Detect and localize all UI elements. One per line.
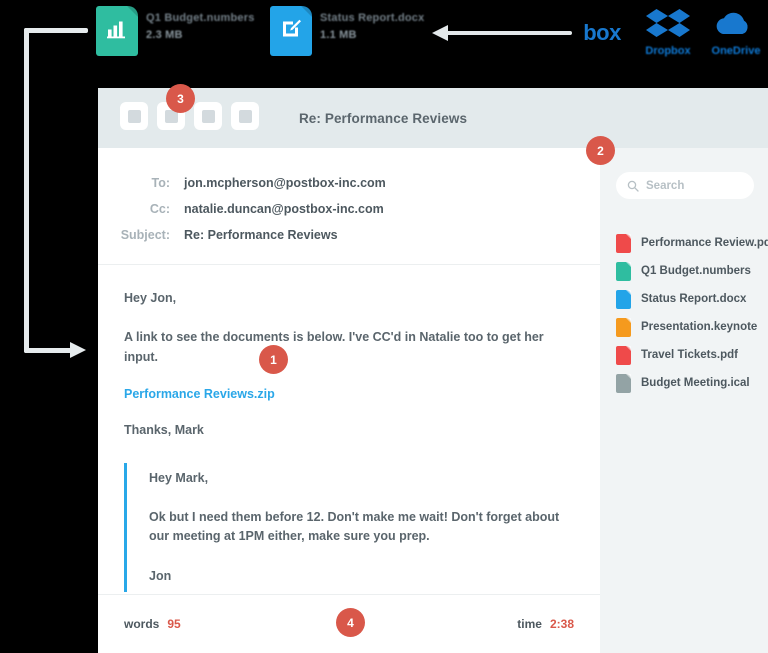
field-row-subject[interactable]: Subject: Re: Performance Reviews xyxy=(98,222,600,248)
file-chip-text: Q1 Budget.numbers 2.3 MB xyxy=(146,6,255,44)
callout-badge-3[interactable]: 3 xyxy=(166,84,195,113)
pdf-file-icon xyxy=(616,345,631,365)
window-titlebar: Re: Performance Reviews xyxy=(98,88,768,148)
search-icon xyxy=(627,180,639,192)
attachments-sidebar: Search Performance Review.pdf Q1 Budget.… xyxy=(600,148,768,653)
callout-badge-2[interactable]: 2 xyxy=(586,136,615,165)
connector-segment-top xyxy=(24,28,88,33)
page-fold-corner xyxy=(626,373,631,379)
page-fold-corner xyxy=(626,289,631,295)
dropbox-wordmark: Dropbox xyxy=(645,45,691,57)
page-fold-corner xyxy=(626,233,631,239)
subject-field[interactable]: Re: Performance Reviews xyxy=(184,228,338,242)
quote-signoff: Jon xyxy=(149,568,172,583)
arrow-shaft xyxy=(446,31,572,35)
file-name: Q1 Budget.numbers xyxy=(641,265,751,277)
onedrive-wordmark: OneDrive xyxy=(711,45,761,57)
file-chip-text: Status Report.docx 1.1 MB xyxy=(320,6,424,44)
file-chip-size: 1.1 MB xyxy=(320,29,357,42)
subject-label: Subject: xyxy=(120,228,170,242)
page-fold-corner xyxy=(626,261,631,267)
page-fold-corner xyxy=(301,6,312,17)
list-item[interactable]: Status Report.docx xyxy=(600,285,768,313)
list-item[interactable]: Budget Meeting.ical xyxy=(600,369,768,397)
box-wordmark: box xyxy=(583,20,621,45)
page-fold-corner xyxy=(626,317,631,323)
connector-segment-vertical xyxy=(24,28,29,353)
words-value: 95 xyxy=(167,617,181,631)
word-count: words 95 xyxy=(124,617,181,631)
body-greeting: Hey Jon, xyxy=(124,291,177,305)
docx-file-icon xyxy=(616,289,631,309)
file-chip-size: 2.3 MB xyxy=(146,29,183,42)
body-signoff: Thanks, Mark xyxy=(124,423,204,438)
callout-badge-1[interactable]: 1 xyxy=(259,345,288,374)
message-body[interactable]: Hey Jon, A link to see the documents is … xyxy=(98,265,600,441)
connector-segment-bottom xyxy=(24,348,72,353)
field-row-to[interactable]: To: jon.mcpherson@postbox-inc.com xyxy=(98,170,600,196)
compose-header-fields: To: jon.mcpherson@postbox-inc.com Cc: na… xyxy=(98,148,600,265)
cloud-services-group: box Dropbox OneDrive xyxy=(575,6,768,62)
pencil-edit-glyph xyxy=(270,18,312,45)
words-label: words xyxy=(124,617,160,631)
search-input[interactable]: Search xyxy=(616,172,754,199)
file-name: Travel Tickets.pdf xyxy=(641,349,738,361)
list-item[interactable]: Performance Review.pdf xyxy=(600,229,768,257)
to-field[interactable]: jon.mcpherson@postbox-inc.com xyxy=(184,176,386,190)
arrow-left-icon xyxy=(432,25,572,41)
quoted-reply: Hey Mark, Ok but I need them before 12. … xyxy=(124,462,574,592)
body-paragraph: A link to see the documents is below. I'… xyxy=(124,330,544,364)
time-label: time xyxy=(517,617,542,631)
quote-greeting: Hey Mark, xyxy=(149,470,209,485)
numbers-file-icon xyxy=(616,261,631,281)
list-item[interactable]: Presentation.keynote xyxy=(600,313,768,341)
dropbox-glyph xyxy=(646,9,690,37)
list-item[interactable]: Q1 Budget.numbers xyxy=(600,257,768,285)
file-name: Presentation.keynote xyxy=(641,321,758,333)
window-title: Re: Performance Reviews xyxy=(298,110,468,126)
window-body: To: jon.mcpherson@postbox-inc.com Cc: na… xyxy=(98,148,768,653)
time-readout: time 2:38 xyxy=(517,617,574,631)
file-chip-name: Status Report.docx xyxy=(320,12,425,24)
search-placeholder: Search xyxy=(646,179,685,192)
time-value: 2:38 xyxy=(549,617,574,631)
onedrive-cloud-glyph xyxy=(716,12,748,34)
elbow-connector-arrow xyxy=(16,28,90,358)
file-chip-numbers[interactable]: Q1 Budget.numbers 2.3 MB xyxy=(96,6,255,56)
connector-arrow-head xyxy=(70,342,86,358)
top-file-strip: Q1 Budget.numbers 2.3 MB Status Report.d… xyxy=(0,0,768,88)
bar-chart-glyph xyxy=(96,19,138,44)
pdf-file-icon xyxy=(616,233,631,253)
sidebar-file-list: Performance Review.pdf Q1 Budget.numbers… xyxy=(600,229,768,397)
to-label: To: xyxy=(151,176,170,190)
onedrive-logo[interactable]: OneDrive xyxy=(703,12,768,57)
callout-badge-4[interactable]: 4 xyxy=(336,608,365,637)
attachment-link[interactable]: Performance Reviews.zip xyxy=(124,387,275,401)
docx-file-icon xyxy=(270,6,312,56)
keynote-file-icon xyxy=(616,317,631,337)
box-logo[interactable]: box xyxy=(575,22,629,44)
ical-file-icon xyxy=(616,373,631,393)
list-item[interactable]: Travel Tickets.pdf xyxy=(600,341,768,369)
numbers-file-icon xyxy=(96,6,138,56)
page-fold-corner xyxy=(626,345,631,351)
cc-field[interactable]: natalie.duncan@postbox-inc.com xyxy=(184,202,384,216)
dropbox-logo[interactable]: Dropbox xyxy=(637,8,699,57)
cc-label: Cc: xyxy=(149,202,170,216)
file-chip-name: Q1 Budget.numbers xyxy=(146,12,255,24)
attachment-line: Performance Reviews.zip xyxy=(124,387,574,401)
file-name: Budget Meeting.ical xyxy=(641,377,750,389)
file-name: Performance Review.pdf xyxy=(641,237,768,249)
file-name: Status Report.docx xyxy=(641,293,747,305)
mail-content-column: To: jon.mcpherson@postbox-inc.com Cc: na… xyxy=(98,148,600,653)
mail-compose-window: Re: Performance Reviews To: jon.mcpherso… xyxy=(98,88,768,653)
quote-paragraph: Ok but I need them before 12. Don't make… xyxy=(149,509,560,544)
field-row-cc[interactable]: Cc: natalie.duncan@postbox-inc.com xyxy=(98,196,600,222)
file-chip-docx[interactable]: Status Report.docx 1.1 MB xyxy=(270,6,424,56)
page-fold-corner xyxy=(127,6,138,17)
